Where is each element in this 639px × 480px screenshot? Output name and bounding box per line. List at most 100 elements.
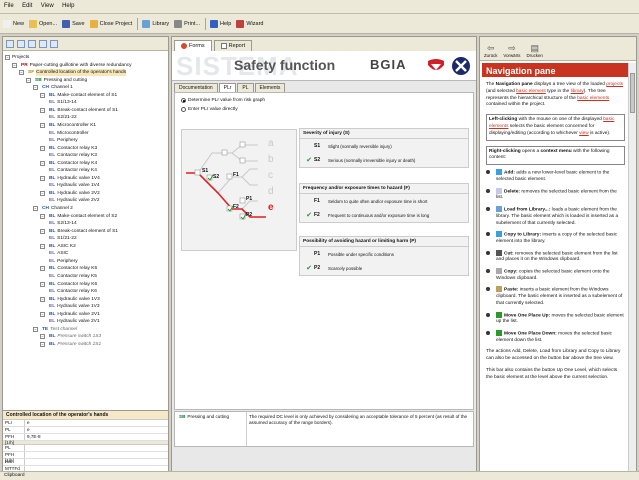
tree-node[interactable]: − CH Channel 2 bbox=[33, 205, 73, 212]
expand-toggle[interactable]: − bbox=[40, 92, 45, 98]
copy-to-library-icon[interactable] bbox=[39, 39, 47, 48]
criteria-option-p1[interactable]: P1 Possible under specific conditions bbox=[300, 247, 468, 261]
expand-toggle[interactable]: − bbox=[33, 85, 38, 91]
tree-node[interactable]: − SF Controlled location of the operator's… bbox=[19, 69, 127, 77]
tree-node[interactable]: EL ASIC bbox=[47, 250, 68, 257]
tree-node[interactable]: EL Contactor relay K6 bbox=[47, 288, 97, 295]
menu-edit[interactable]: Edit bbox=[18, 0, 35, 9]
forward-button[interactable]: ⇨ Vorwärts bbox=[503, 43, 520, 58]
tree-node[interactable]: EL Contactor relay K4 bbox=[47, 167, 97, 174]
print-button[interactable]: ▤ Drucken bbox=[527, 43, 543, 58]
toolbar-button-5[interactable]: Print... bbox=[174, 19, 200, 28]
tree-node[interactable]: − BL Pressure switch 2S1 bbox=[40, 341, 101, 348]
toolbar-button-2[interactable]: Save bbox=[62, 19, 85, 28]
expand-toggle[interactable]: − bbox=[40, 334, 45, 340]
tree-node[interactable]: − BL Make-contact element of S1 bbox=[40, 92, 117, 99]
tree-node[interactable]: − BL Break-contact element of S1 bbox=[40, 107, 118, 114]
expand-toggle[interactable]: − bbox=[40, 311, 45, 317]
expand-toggle[interactable]: − bbox=[19, 70, 24, 76]
menu-view[interactable]: View bbox=[37, 0, 57, 9]
tree-node[interactable]: − BL Microcontroller K1 bbox=[40, 122, 96, 129]
toolbar-button-1[interactable]: Open... bbox=[29, 19, 57, 28]
tab-report[interactable]: Report bbox=[213, 40, 253, 51]
tree-node[interactable]: EL Hydraulic valve 2V1 bbox=[47, 318, 100, 325]
add-element-icon[interactable] bbox=[6, 39, 14, 48]
tree-node[interactable]: − BL Contactor relay K5 bbox=[40, 265, 97, 272]
tree-node[interactable]: EL S1/21-22 bbox=[47, 235, 77, 242]
expand-toggle[interactable]: − bbox=[40, 228, 45, 234]
tree-node[interactable]: − BL Contactor relay K6 bbox=[40, 281, 97, 288]
criteria-option-p2[interactable]: ✔ P2 Scarcely possible bbox=[300, 261, 468, 275]
tree-node[interactable]: EL Hydraulic valve 1V4 bbox=[47, 182, 100, 189]
criteria-option-f1[interactable]: F1 Seldom to quite often and/or exposure … bbox=[300, 194, 468, 208]
tree-node[interactable]: EL Hydraulic valve 2V2 bbox=[47, 197, 100, 204]
load-from-library-icon[interactable] bbox=[28, 39, 36, 48]
link-basic-element[interactable]: basic element bbox=[516, 89, 546, 94]
link-library[interactable]: library bbox=[571, 89, 584, 94]
option-enter-directly[interactable]: Enter PLr value directly bbox=[181, 107, 238, 112]
tree-node[interactable]: − BL Hydraulic valve 2V1 bbox=[40, 311, 100, 318]
expand-toggle[interactable]: − bbox=[40, 281, 45, 287]
link-projects[interactable]: projects bbox=[606, 82, 623, 87]
tree-node[interactable]: EL S2/21-22 bbox=[47, 114, 77, 121]
expand-toggle[interactable]: − bbox=[40, 145, 45, 151]
criteria-option-s2[interactable]: ✔ S2 Serious (normally irreversible injury… bbox=[300, 153, 468, 167]
toolbar-button-6[interactable]: Help bbox=[210, 19, 231, 28]
toolbar-button-3[interactable]: Close Project bbox=[89, 19, 132, 28]
tree-node[interactable]: − BL Hydraulic valve 1V3 bbox=[40, 296, 100, 303]
expand-toggle[interactable]: − bbox=[40, 266, 45, 272]
tree-node[interactable]: EL Hydraulic valve 1V3 bbox=[47, 303, 100, 310]
expand-toggle[interactable]: − bbox=[5, 55, 10, 60]
tree-node[interactable]: − SB Pressing and cutting bbox=[26, 77, 87, 84]
radio-risk-graph[interactable] bbox=[181, 98, 186, 103]
tree-node[interactable]: − TE Test channel bbox=[33, 326, 77, 333]
expand-toggle[interactable]: − bbox=[40, 107, 45, 113]
tree-node[interactable]: − BL Contactor relay K3 bbox=[40, 145, 97, 152]
tree-node[interactable]: EL S2/13-14 bbox=[47, 220, 77, 227]
toolbar-button-0[interactable]: New bbox=[3, 19, 24, 28]
expand-toggle[interactable]: − bbox=[40, 341, 45, 347]
tree-root[interactable]: − Projects bbox=[5, 54, 29, 61]
tree-node[interactable]: EL Periphery bbox=[47, 258, 78, 265]
expand-toggle[interactable]: − bbox=[33, 206, 38, 211]
expand-toggle[interactable]: − bbox=[40, 213, 45, 219]
tree-node[interactable]: EL Contactor relay K5 bbox=[47, 273, 97, 280]
expand-toggle[interactable]: − bbox=[40, 190, 45, 196]
tab-forms[interactable]: Forms bbox=[174, 40, 212, 51]
tree-node[interactable]: − BL Hydraulic valve 1V4 bbox=[40, 175, 100, 182]
tree-node[interactable]: − PR Paper-cutting guillotine with diverse… bbox=[12, 62, 132, 69]
menu-help[interactable]: Help bbox=[58, 0, 77, 9]
tree-node[interactable]: − BL Break-contact element of S1 bbox=[40, 228, 118, 235]
option-risk-graph[interactable]: Determine PLr value from risk graph bbox=[181, 98, 265, 103]
expand-toggle[interactable]: − bbox=[40, 175, 45, 181]
tree-node[interactable]: − BL Pressure switch 1S3 bbox=[40, 333, 101, 340]
toolbar-button-7[interactable]: Wizard bbox=[236, 19, 263, 28]
expand-toggle[interactable]: − bbox=[12, 62, 17, 68]
tree-node[interactable]: EL Microcontroller bbox=[47, 130, 89, 137]
tree-node[interactable]: − BL Make-contact element of S2 bbox=[40, 213, 117, 220]
back-button[interactable]: ⇦ Zurück bbox=[484, 43, 497, 58]
up-one-level-icon[interactable] bbox=[50, 39, 58, 48]
expand-toggle[interactable]: − bbox=[40, 296, 45, 302]
tree-node[interactable]: − CH Channel 1 bbox=[33, 84, 73, 91]
expand-toggle[interactable]: − bbox=[33, 326, 38, 332]
help-scrollbar[interactable] bbox=[628, 63, 636, 479]
tree-node[interactable]: − BL ASIC K2 bbox=[40, 243, 76, 250]
radio-enter-directly[interactable] bbox=[181, 107, 186, 112]
delete-element-icon[interactable] bbox=[17, 39, 25, 48]
tree-node[interactable]: − BL Hydraulic valve 2V2 bbox=[40, 190, 100, 197]
tree-node[interactable]: EL Contactor relay K3 bbox=[47, 152, 97, 159]
link-basic-elements[interactable]: basic elements bbox=[577, 96, 609, 101]
tree-node[interactable]: − BL Contactor relay K4 bbox=[40, 160, 97, 167]
message-node[interactable]: SB Pressing and cutting bbox=[175, 412, 247, 446]
expand-toggle[interactable]: − bbox=[40, 122, 45, 128]
criteria-option-f2[interactable]: ✔ F2 Frequent to continuous and/or exposur… bbox=[300, 208, 468, 222]
menu-file[interactable]: File bbox=[0, 0, 17, 9]
tree-node[interactable]: EL S1/13-14 bbox=[47, 99, 77, 106]
expand-toggle[interactable]: − bbox=[40, 243, 45, 249]
link-view[interactable]: view bbox=[579, 131, 589, 136]
criteria-option-s1[interactable]: S1 Slight (normally reversible injury) bbox=[300, 139, 468, 153]
help-scroll-thumb[interactable] bbox=[630, 73, 635, 113]
expand-toggle[interactable]: − bbox=[26, 77, 31, 83]
toolbar-button-4[interactable]: Library bbox=[142, 19, 169, 28]
